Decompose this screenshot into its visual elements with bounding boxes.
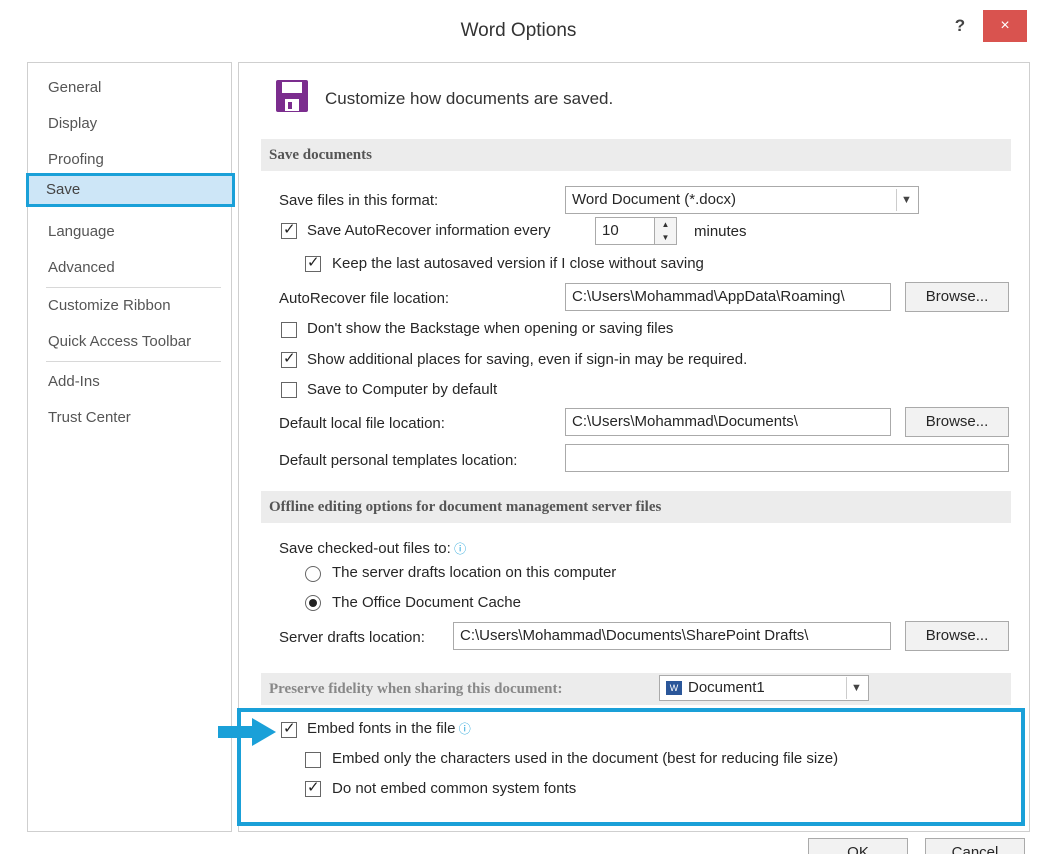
nav-item-trust-center[interactable]: Trust Center xyxy=(28,401,231,435)
nav-item-quick-access-toolbar[interactable]: Quick Access Toolbar xyxy=(28,325,231,359)
stepper-down-icon[interactable]: ▼ xyxy=(655,231,676,244)
show-additional-places-label: Show additional places for saving, even … xyxy=(307,351,748,368)
chevron-down-icon: ▼ xyxy=(896,189,916,211)
section-preserve-fidelity: Preserve fidelity when sharing this docu… xyxy=(261,673,1011,705)
server-drafts-location-label: Server drafts location: xyxy=(279,629,425,646)
preserve-fidelity-heading: Preserve fidelity when sharing this docu… xyxy=(269,681,563,697)
default-local-browse-button[interactable]: Browse... xyxy=(905,407,1009,437)
keep-last-autosaved-label: Keep the last autosaved version if I clo… xyxy=(332,255,704,272)
autorecover-checkbox[interactable] xyxy=(281,220,297,239)
nav-item-general[interactable]: General xyxy=(28,71,231,105)
nav-item-advanced[interactable]: Advanced xyxy=(28,251,231,285)
autorecover-label: Save AutoRecover information every xyxy=(307,222,551,239)
nav-divider xyxy=(46,287,221,288)
save-to-computer-label: Save to Computer by default xyxy=(307,381,498,398)
embed-fonts-highlight xyxy=(237,708,1025,826)
server-drafts-location-input[interactable]: C:\Users\Mohammad\Documents\SharePoint D… xyxy=(453,622,891,650)
minutes-stepper[interactable]: ▲ ▼ xyxy=(655,217,677,245)
dont-show-backstage-label: Don't show the Backstage when opening or… xyxy=(307,320,674,337)
default-templates-location-label: Default personal templates location: xyxy=(279,452,518,469)
cancel-button[interactable]: Cancel xyxy=(925,838,1025,854)
autorecover-location-input[interactable]: C:\Users\Mohammad\AppData\Roaming\ xyxy=(565,283,891,311)
default-templates-location-input[interactable] xyxy=(565,444,1009,472)
office-document-cache-radio-label: The Office Document Cache xyxy=(332,594,521,611)
floppy-disk-icon xyxy=(276,80,308,112)
section-offline-editing: Offline editing options for document man… xyxy=(261,491,1011,523)
ok-button[interactable]: OK xyxy=(808,838,908,854)
server-drafts-browse-button[interactable]: Browse... xyxy=(905,621,1009,651)
autorecover-minutes-input[interactable]: 10 xyxy=(595,217,655,245)
stepper-up-icon[interactable]: ▲ xyxy=(655,218,676,231)
default-local-location-input[interactable]: C:\Users\Mohammad\Documents\ xyxy=(565,408,891,436)
fidelity-document-dropdown[interactable]: W Document1 ▼ xyxy=(659,675,869,701)
save-format-value: Word Document (*.docx) xyxy=(572,191,736,208)
save-format-label: Save files in this format: xyxy=(279,192,439,209)
word-document-icon: W xyxy=(666,681,682,696)
keep-last-autosaved-checkbox[interactable] xyxy=(305,253,321,272)
info-icon: ⓘ xyxy=(450,542,467,556)
title-bar: Word Options ? × xyxy=(0,0,1037,62)
fidelity-document-value: Document1 xyxy=(688,679,765,696)
nav-item-language[interactable]: Language xyxy=(28,215,231,249)
autorecover-browse-button[interactable]: Browse... xyxy=(905,282,1009,312)
window-title: Word Options xyxy=(460,20,577,41)
help-button[interactable]: ? xyxy=(948,14,972,38)
nav-item-customize-ribbon[interactable]: Customize Ribbon xyxy=(28,289,231,323)
server-drafts-radio[interactable] xyxy=(305,566,321,582)
nav-divider xyxy=(46,361,221,362)
save-checked-out-text: Save checked-out files to: xyxy=(279,540,451,557)
nav-item-add-ins[interactable]: Add-Ins xyxy=(28,365,231,399)
page-header: Customize how documents are saved. xyxy=(325,89,614,108)
default-local-location-label: Default local file location: xyxy=(279,415,445,432)
save-checked-out-label: Save checked-out files to: ⓘ xyxy=(279,540,466,557)
save-to-computer-checkbox[interactable] xyxy=(281,382,297,398)
section-save-documents: Save documents xyxy=(261,139,1011,171)
pointer-arrow-icon xyxy=(218,718,276,746)
server-drafts-radio-label: The server drafts location on this compu… xyxy=(332,564,617,581)
options-nav: General Display Proofing Save Language A… xyxy=(26,62,235,832)
nav-item-proofing[interactable]: Proofing xyxy=(28,143,231,177)
nav-item-save[interactable]: Save xyxy=(26,173,235,207)
office-document-cache-radio[interactable] xyxy=(305,595,321,611)
autorecover-location-label: AutoRecover file location: xyxy=(279,290,450,307)
dont-show-backstage-checkbox[interactable] xyxy=(281,322,297,338)
save-format-dropdown[interactable]: Word Document (*.docx) ▼ xyxy=(565,186,919,214)
chevron-down-icon: ▼ xyxy=(846,677,866,699)
show-additional-places-checkbox[interactable] xyxy=(281,349,297,368)
close-button[interactable]: × xyxy=(983,10,1027,42)
nav-item-display[interactable]: Display xyxy=(28,107,231,141)
minutes-label: minutes xyxy=(694,223,747,240)
